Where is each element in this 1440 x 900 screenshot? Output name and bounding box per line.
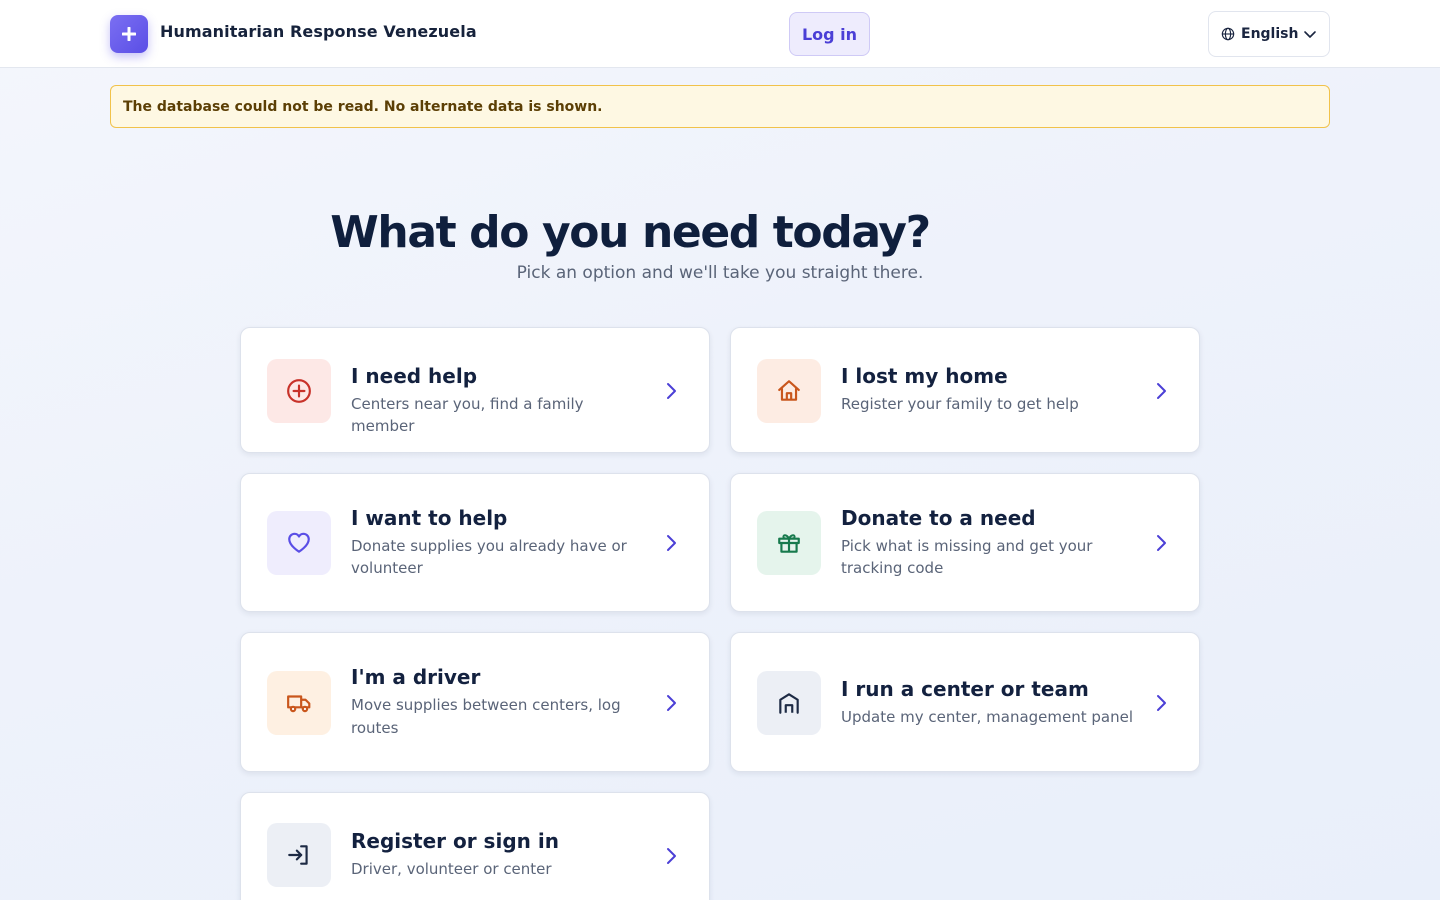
option-card-donate-need[interactable]: Donate to a need Pick what is missing an…: [730, 473, 1200, 612]
option-title: I need help: [351, 364, 478, 388]
option-icon-box: [267, 671, 331, 735]
option-title: I run a center or team: [841, 677, 1089, 701]
option-card-run-center[interactable]: I run a center or team Update my center,…: [730, 632, 1200, 772]
chevron-right-icon: [667, 383, 676, 399]
brand-logo[interactable]: [110, 15, 148, 53]
option-card-lost-home[interactable]: I lost my home Register your family to g…: [730, 327, 1200, 453]
gift-icon: [778, 534, 800, 553]
option-icon-box: [757, 511, 821, 575]
plus-circle-icon: [287, 379, 311, 403]
chevron-right-icon: [1157, 695, 1166, 711]
top-header: Humanitarian Response Venezuela Log in E…: [0, 0, 1440, 68]
option-description: Driver, volunteer or center: [351, 860, 552, 878]
sign-in-icon: [288, 845, 308, 865]
language-label: English: [1241, 26, 1299, 42]
option-icon-box: [757, 359, 821, 423]
option-description: Register your family to get help: [841, 395, 1079, 413]
option-title: I lost my home: [841, 364, 1008, 388]
option-description: Pick what is missing and get your tracki…: [841, 537, 1093, 577]
globe-icon: [1221, 27, 1235, 41]
option-icon-box: [267, 511, 331, 575]
option-title: I want to help: [351, 506, 508, 530]
chevron-right-icon: [1157, 535, 1166, 551]
chevron-down-icon: [1304, 31, 1316, 38]
page-title: What do you need today?: [330, 207, 931, 258]
option-icon-box: [267, 359, 331, 423]
chevron-right-icon: [667, 695, 676, 711]
home-icon: [778, 380, 800, 401]
truck-icon: [287, 695, 311, 713]
option-card-register-sign-in[interactable]: Register or sign in Driver, volunteer or…: [240, 792, 710, 900]
option-card-driver[interactable]: I'm a driver Move supplies between cente…: [240, 632, 710, 772]
option-description: Donate supplies you already have or volu…: [351, 537, 627, 577]
option-description: Move supplies between centers, log route…: [351, 696, 621, 737]
option-description: Update my center, management panel: [841, 708, 1134, 726]
option-description: Centers near you, find a family member: [351, 395, 584, 435]
option-card-need-help[interactable]: I need help Centers near you, find a fam…: [240, 327, 710, 453]
brand-name[interactable]: Humanitarian Response Venezuela: [160, 22, 477, 41]
page-subtitle: Pick an option and we'll take you straig…: [516, 263, 924, 283]
option-title: Donate to a need: [841, 506, 1036, 530]
heart-icon: [288, 532, 310, 553]
option-icon-box: [757, 671, 821, 735]
option-card-want-help[interactable]: I want to help Donate supplies you alrea…: [240, 473, 710, 612]
plus-icon: [122, 27, 136, 41]
login-button[interactable]: Log in: [789, 12, 870, 56]
building-icon: [779, 693, 799, 714]
option-title: Register or sign in: [351, 829, 559, 853]
chevron-right-icon: [667, 848, 676, 864]
chevron-right-icon: [1157, 383, 1166, 399]
database-error-alert: The database could not be read. No alter…: [110, 85, 1330, 128]
chevron-right-icon: [667, 535, 676, 551]
option-title: I'm a driver: [351, 665, 481, 689]
option-icon-box: [267, 823, 331, 887]
language-select[interactable]: English: [1208, 11, 1330, 57]
